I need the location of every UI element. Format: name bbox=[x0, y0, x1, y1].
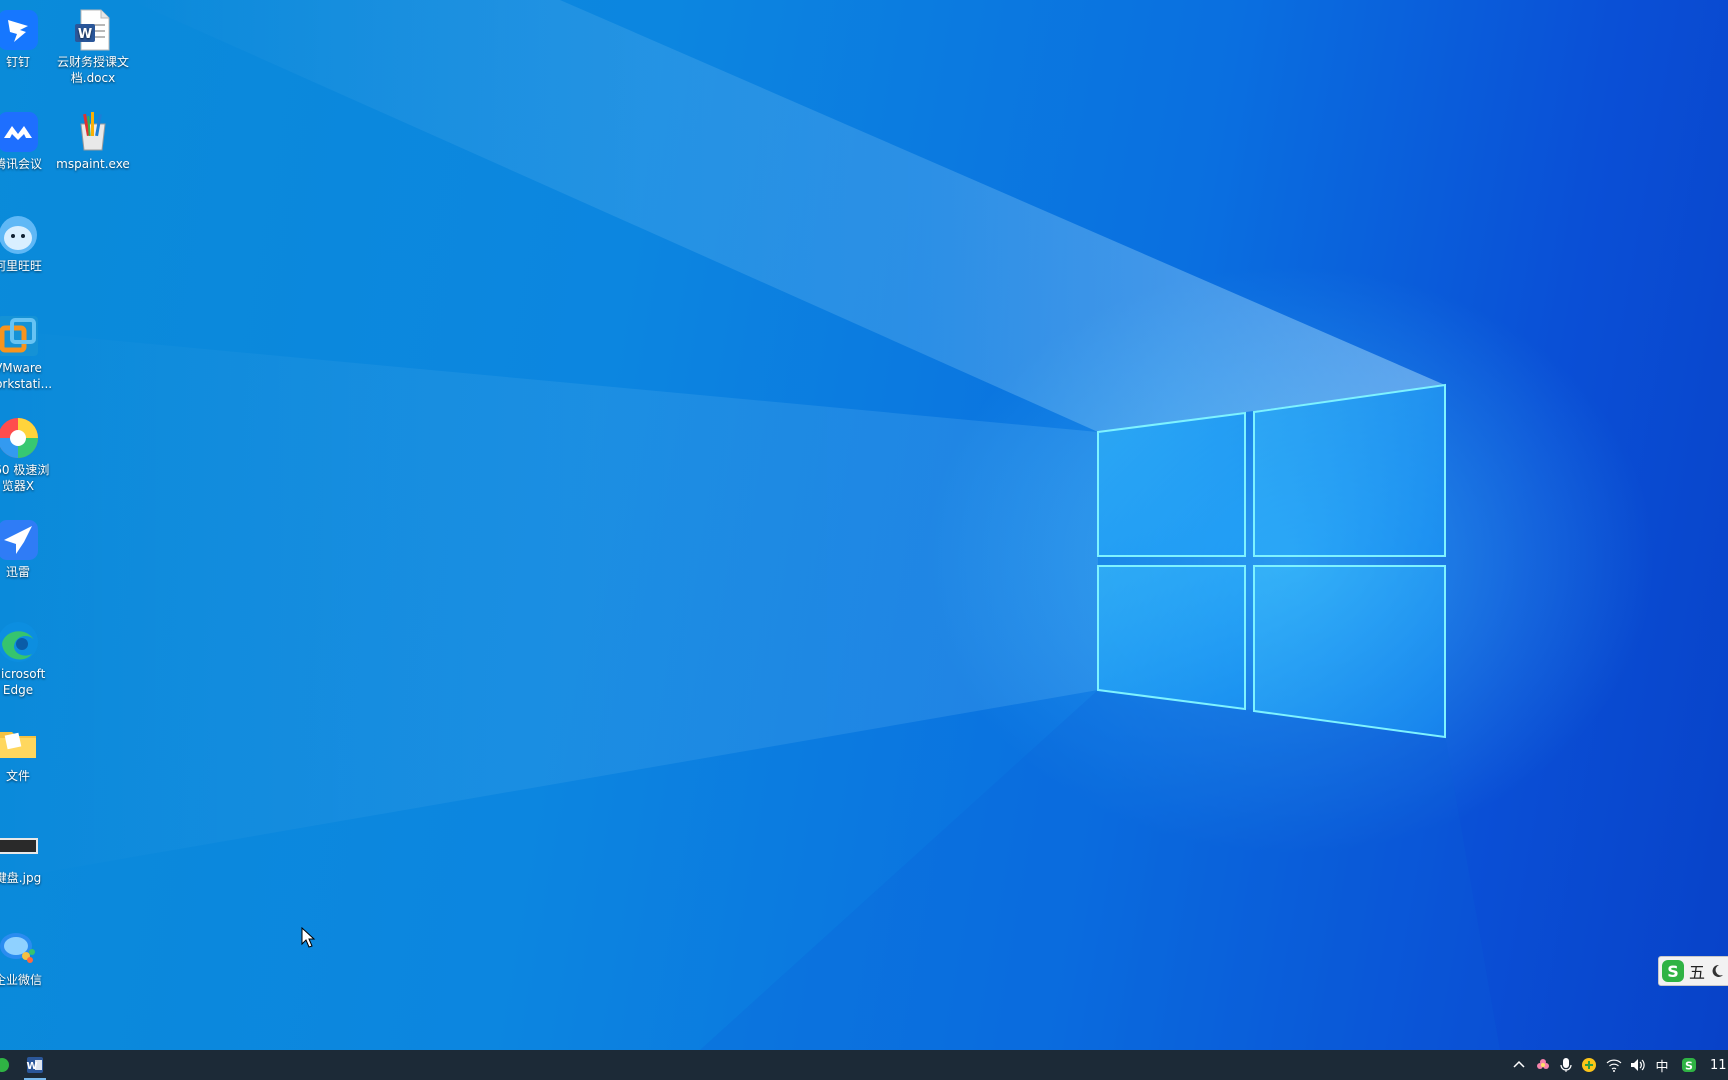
desktop-icon-label: VMware Workstati... bbox=[0, 361, 53, 391]
tray-app-flower[interactable] bbox=[1532, 1050, 1554, 1080]
word-icon: W bbox=[26, 1057, 43, 1073]
desktop-icon-label: mspaint.exe bbox=[56, 157, 130, 171]
word-document-icon: W bbox=[75, 9, 110, 51]
xunlei-icon bbox=[0, 520, 38, 560]
desktop-icon-aliwangwang[interactable]: 阿里旺旺 bbox=[0, 212, 58, 274]
wechat-icon bbox=[0, 1058, 9, 1072]
desktop-icon-edge[interactable]: Microsoft Edge bbox=[0, 620, 58, 698]
svg-text:S: S bbox=[1685, 1060, 1693, 1073]
aliwangwang-icon bbox=[0, 216, 37, 254]
taskbar-app-word[interactable]: W bbox=[20, 1050, 50, 1080]
desktop-icon-mspaint[interactable]: mspaint.exe bbox=[53, 110, 133, 172]
desktop-icon-label: Microsoft Edge bbox=[0, 667, 46, 697]
desktop-icon-label: 钉钉 bbox=[5, 55, 30, 69]
mouse-pointer-icon bbox=[301, 927, 316, 948]
desktop-icon-folder[interactable]: 文件 bbox=[0, 722, 58, 784]
edge-icon bbox=[0, 622, 38, 662]
wallpaper-light-beams bbox=[0, 0, 1500, 1050]
desktop-icon-keyboard-jpg[interactable]: 键盘.jpg bbox=[0, 824, 58, 886]
tray-network[interactable] bbox=[1603, 1050, 1625, 1080]
speaker-icon bbox=[1631, 1059, 1645, 1071]
desktop-icon-label: 文件 bbox=[5, 769, 30, 783]
desktop-icon-docx[interactable]: W 云财务授课文 档.docx bbox=[53, 8, 133, 86]
input-language-label: 中 bbox=[1655, 1059, 1669, 1075]
svg-text:W: W bbox=[78, 27, 92, 42]
desktop-icon-label: 腾讯会议 bbox=[0, 157, 42, 171]
ime-toolbar[interactable]: S 五 bbox=[1658, 956, 1728, 986]
desktop[interactable]: 钉钉 腾讯会议 阿里旺旺 VMware Workstati... bbox=[0, 0, 1728, 1050]
image-file-icon bbox=[0, 838, 38, 854]
ime-mode-label[interactable]: 五 bbox=[1689, 959, 1705, 983]
chevron-up-icon bbox=[1513, 1060, 1525, 1068]
wecom-icon bbox=[0, 933, 35, 963]
microphone-icon bbox=[1560, 1058, 1572, 1072]
desktop-icon-xunlei[interactable]: 迅雷 bbox=[0, 518, 58, 580]
360-browser-icon bbox=[0, 418, 38, 458]
desktop-icon-360-browser[interactable]: 360 极速浏 览器X bbox=[0, 416, 58, 494]
folder-icon bbox=[0, 732, 36, 758]
desktop-icon-label: 键盘.jpg bbox=[0, 871, 42, 885]
clock-time: 11 bbox=[1710, 1057, 1727, 1073]
moon-icon[interactable] bbox=[1709, 963, 1725, 979]
tray-clock[interactable]: 11 bbox=[1710, 1050, 1728, 1080]
svg-text:S: S bbox=[1667, 962, 1679, 981]
desktop-icon-label: 阿里旺旺 bbox=[0, 259, 42, 273]
desktop-icon-label: 企业微信 bbox=[0, 973, 42, 987]
tray-volume[interactable] bbox=[1627, 1050, 1649, 1080]
desktop-icon-tencent-meeting[interactable]: 腾讯会议 bbox=[0, 110, 58, 172]
vmware-icon bbox=[0, 316, 38, 356]
taskbar: W 中 S 11 bbox=[0, 1050, 1728, 1080]
desktop-icon-dingtalk[interactable]: 钉钉 bbox=[0, 8, 58, 70]
desktop-icon-wecom[interactable]: 企业微信 bbox=[0, 926, 58, 988]
tencent-meeting-icon bbox=[0, 112, 38, 152]
mspaint-icon bbox=[80, 112, 106, 151]
wifi-icon bbox=[1606, 1059, 1622, 1072]
tray-input-language[interactable]: 中 bbox=[1651, 1050, 1673, 1080]
taskbar-app-wechat[interactable] bbox=[0, 1050, 12, 1080]
flower-icon bbox=[1537, 1059, 1549, 1069]
desktop-icon-label: 云财务授课文 档.docx bbox=[56, 55, 129, 85]
svg-text:W: W bbox=[26, 1061, 37, 1072]
tray-sogou[interactable]: S bbox=[1678, 1050, 1700, 1080]
tray-app-yellow[interactable] bbox=[1578, 1050, 1600, 1080]
tray-show-hidden-button[interactable] bbox=[1508, 1050, 1530, 1080]
sogou-ime-icon: S bbox=[1662, 960, 1684, 982]
tray-microphone[interactable] bbox=[1555, 1050, 1577, 1080]
desktop-icon-vmware[interactable]: VMware Workstati... bbox=[0, 314, 58, 392]
sogou-tray-icon: S bbox=[1682, 1058, 1696, 1073]
dingtalk-icon bbox=[0, 10, 38, 50]
desktop-icon-label: 360 极速浏 览器X bbox=[0, 463, 50, 493]
desktop-icon-label: 迅雷 bbox=[5, 565, 30, 579]
security-icon bbox=[1582, 1058, 1596, 1072]
windows-logo-wallpaper bbox=[1097, 383, 1446, 739]
